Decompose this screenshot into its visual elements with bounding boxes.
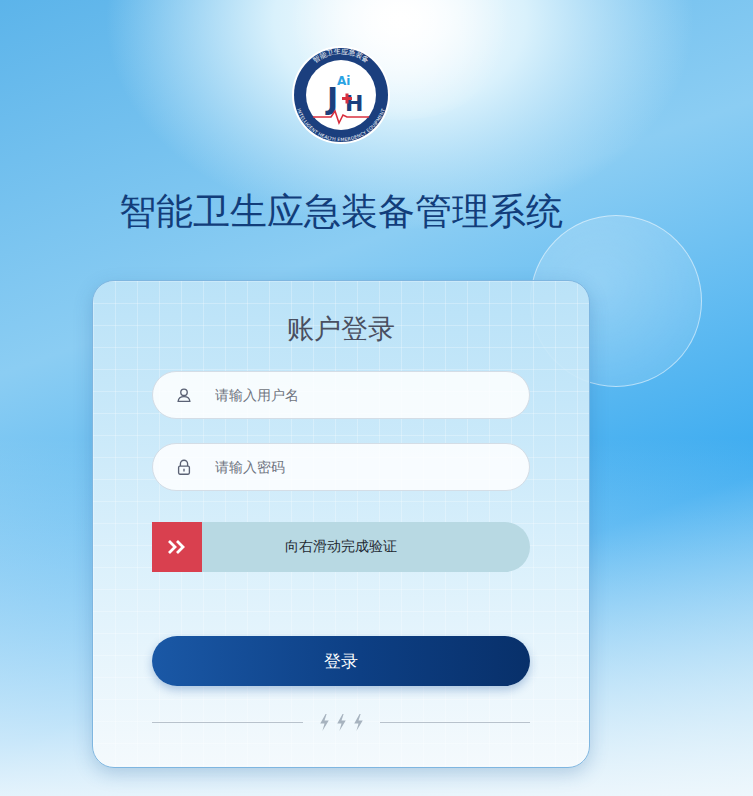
login-card: 账户登录向右滑动完成验证登录	[92, 280, 590, 768]
svg-text:Ai: Ai	[337, 74, 350, 88]
logo-icon: 智能卫生应急装备 INTELLIGENT HEALTH EMERGENCY EQU…	[291, 45, 391, 145]
login-page: 智能卫生应急装备 INTELLIGENT HEALTH EMERGENCY EQU…	[0, 0, 753, 796]
username-input[interactable]	[213, 386, 511, 404]
lightning-icon	[353, 714, 364, 731]
password-input[interactable]	[213, 458, 511, 476]
username-field[interactable]	[152, 371, 530, 419]
svg-text:INTELLIGENT HEALTH EMERGENCY E: INTELLIGENT HEALTH EMERGENCY EQUIPMENT	[296, 108, 386, 142]
card-title: 账户登录	[152, 311, 530, 347]
password-field[interactable]	[152, 443, 530, 491]
user-icon	[175, 386, 193, 404]
double-chevron-icon	[165, 537, 189, 557]
slide-verify[interactable]: 向右滑动完成验证	[152, 522, 530, 572]
svg-text:智能卫生应急装备: 智能卫生应急装备	[312, 48, 371, 65]
lightning-icon	[319, 714, 330, 731]
slider-handle[interactable]	[152, 522, 202, 572]
divider	[152, 714, 530, 731]
login-button[interactable]: 登录	[152, 636, 530, 686]
lock-icon	[175, 458, 193, 476]
lightning-icon	[336, 714, 347, 731]
slider-text: 向右滑动完成验证	[202, 538, 530, 556]
system-title: 智能卫生应急装备管理系统	[119, 189, 563, 235]
svg-text:H: H	[345, 91, 363, 116]
